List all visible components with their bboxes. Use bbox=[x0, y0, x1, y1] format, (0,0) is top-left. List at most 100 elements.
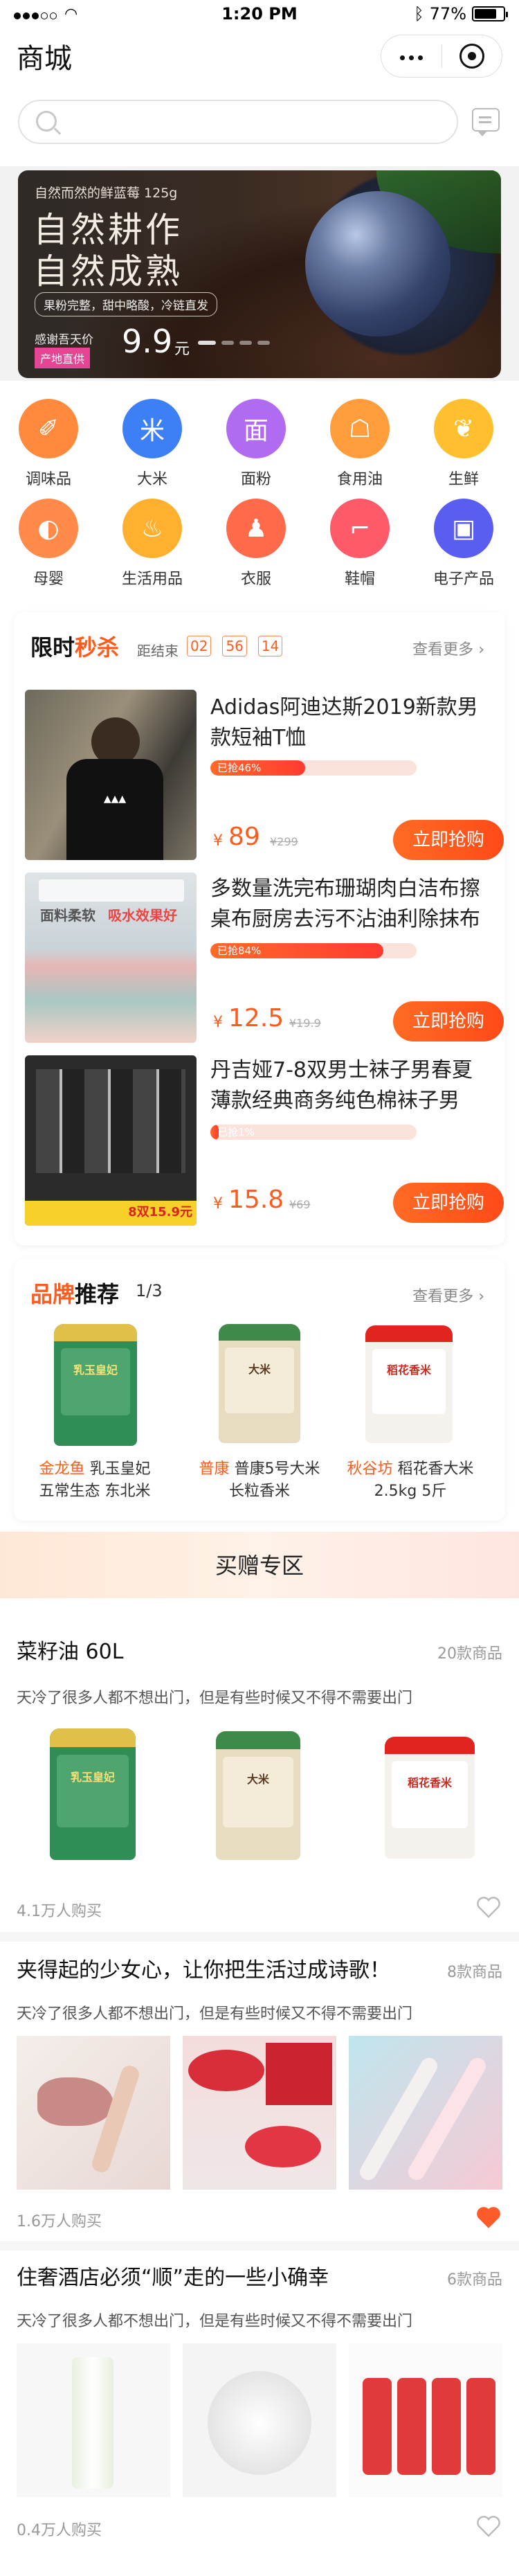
flash-sale-title: 限时秒杀 bbox=[30, 630, 119, 662]
buy-now-button[interactable]: 立即抢购 bbox=[393, 820, 504, 860]
price: 15.8 bbox=[228, 1186, 284, 1214]
product-name[interactable]: 丹吉娅7-8双男士袜子男春夏薄款经典商务纯色棉袜子男 bbox=[210, 1055, 490, 1116]
category-label: 鞋帽 bbox=[344, 571, 375, 588]
message-icon[interactable] bbox=[472, 108, 500, 136]
banner-badge: 产地直供 bbox=[35, 348, 91, 368]
product-image-tshirt[interactable]: ▲▲▲ bbox=[25, 690, 197, 860]
category-9[interactable]: ▣ 电子产品 bbox=[415, 499, 512, 589]
banner[interactable]: 自然而然的鲜蓝莓 125g 自然耕作 自然成熟 果粉完整，甜中略酸，冷链直发 感… bbox=[18, 170, 501, 378]
price-currency: ¥ bbox=[213, 1195, 223, 1213]
see-more-label: 查看更多 bbox=[412, 1288, 474, 1305]
collection-title[interactable]: 菜籽油 60L bbox=[17, 1634, 123, 1665]
product-photo-lipstick[interactable] bbox=[183, 2036, 336, 2190]
brand-product: 稻花香大米 bbox=[397, 1460, 474, 1478]
close-icon bbox=[459, 44, 484, 69]
brand-item[interactable]: 秋谷坊 稻花香大米 2.5kg 5斤 bbox=[338, 1458, 483, 1503]
heart-icon[interactable] bbox=[476, 1896, 501, 1918]
buyer-count: 0.4万人购买 bbox=[17, 2522, 102, 2539]
banner-price-unit: 元 bbox=[174, 341, 190, 358]
collection-title[interactable]: 住奢酒店必须“顺”走的一些小确幸 bbox=[17, 2260, 329, 2291]
banner-title-2: 自然成熟 bbox=[33, 251, 183, 292]
rice-bag-image[interactable]: 大米 bbox=[219, 1324, 300, 1443]
product-photo-brush[interactable] bbox=[349, 2036, 502, 2190]
category-label: 生鲜 bbox=[448, 471, 479, 488]
category-2[interactable]: 面面粉 bbox=[208, 399, 304, 489]
product-name[interactable]: Adidas阿迪达斯2019新款男款短袖T恤 bbox=[210, 692, 490, 753]
product-photo-cushion[interactable] bbox=[183, 2343, 336, 2497]
heart-icon[interactable] bbox=[476, 2515, 501, 2537]
rice-icon: 米 bbox=[122, 399, 182, 458]
banner-tag: 果粉完整，甜中略酸，冷链直发 bbox=[35, 292, 217, 316]
buy-now-button[interactable]: 立即抢购 bbox=[393, 1183, 504, 1223]
rice-bag-image[interactable]: 乳玉皇妃 bbox=[54, 1324, 137, 1446]
banner-price-prefix: 感谢吾天价 bbox=[35, 333, 93, 347]
countdown: 02 56 14 bbox=[187, 636, 283, 656]
bag-text: 大米 bbox=[246, 1772, 269, 1786]
product-image-cloth[interactable]: 面料柔软 吸水效果好 bbox=[25, 873, 197, 1043]
bag-text: 乳玉皇妃 bbox=[70, 1771, 115, 1784]
category-4[interactable]: ❦ 生鲜 bbox=[415, 399, 512, 489]
brand-product: 乳玉皇妃 bbox=[89, 1460, 151, 1478]
category-label: 食用油 bbox=[336, 471, 383, 488]
brand-item[interactable]: 金龙鱼 乳玉皇妃 五常生态 东北米 bbox=[22, 1458, 167, 1503]
category-7[interactable]: ♟ 衣服 bbox=[208, 499, 304, 589]
product-image-socks[interactable]: 8双15.9元 bbox=[25, 1055, 197, 1226]
collection-count: 8款商品 bbox=[447, 1964, 502, 1981]
brand-item[interactable]: 普康 普康5号大米 长粒香米 bbox=[187, 1458, 332, 1503]
collection-count: 6款商品 bbox=[447, 2271, 502, 2289]
collection-desc: 天冷了很多人都不想出门，但是有些时候又不得不需要出门 bbox=[17, 2313, 413, 2330]
toiletry-bottle bbox=[363, 2378, 392, 2475]
collection-count: 20款商品 bbox=[437, 1645, 502, 1663]
product-name[interactable]: 多数量洗完布珊瑚肉白洁布擦桌布厨房去污不沾油利除抹布 bbox=[210, 874, 490, 935]
rice-bag-image[interactable]: 稻花香米 bbox=[365, 1325, 453, 1443]
category-5[interactable]: ◐ 母婴 bbox=[0, 499, 97, 589]
category-1[interactable]: 米大米 bbox=[104, 399, 201, 489]
category-0[interactable]: ✐ 调味品 bbox=[0, 399, 97, 489]
brand-see-more[interactable]: 查看更多 › bbox=[412, 1284, 484, 1306]
flash-sale-see-more[interactable]: 查看更多 › bbox=[412, 637, 484, 659]
lipstick-box bbox=[266, 2043, 332, 2105]
bag-label bbox=[60, 1348, 131, 1415]
bag-text: 稻花香米 bbox=[407, 1776, 452, 1789]
image-promo-label: 8双15.9元 bbox=[128, 1205, 192, 1219]
category-label: 衣服 bbox=[240, 571, 271, 588]
rice-bag-image[interactable]: 大米 bbox=[216, 1731, 300, 1860]
product-photo-makeup[interactable] bbox=[17, 2036, 170, 2190]
category-3[interactable]: ☖ 食用油 bbox=[311, 399, 408, 489]
section-divider bbox=[0, 1932, 519, 1942]
search-input[interactable] bbox=[18, 100, 458, 144]
bag-top bbox=[365, 1325, 453, 1342]
countdown-hours: 02 bbox=[187, 636, 212, 656]
buy-now-button[interactable]: 立即抢购 bbox=[393, 1001, 504, 1041]
brand-title: 品牌推荐 bbox=[30, 1277, 119, 1309]
collection-title[interactable]: 夹得起的少女心，让你把生活过成诗歌！ bbox=[17, 1953, 390, 1983]
rice-bag-image[interactable]: 乳玉皇妃 bbox=[50, 1728, 136, 1860]
price: 89 bbox=[228, 823, 260, 851]
countdown-minutes: 56 bbox=[222, 636, 247, 656]
brand-product: 普康5号大米 bbox=[234, 1460, 320, 1478]
flour-icon: 面 bbox=[226, 399, 286, 458]
price-currency: ¥ bbox=[213, 1014, 223, 1031]
flash-sale-title-b: 秒杀 bbox=[75, 634, 120, 661]
original-price: ¥69 bbox=[289, 1198, 311, 1211]
mini-program-capsule bbox=[381, 35, 502, 78]
adidas-logo-icon: ▲▲▲ bbox=[103, 794, 127, 805]
category-6[interactable]: ♨ 生活用品 bbox=[104, 499, 201, 589]
heart-icon-liked[interactable] bbox=[476, 2206, 501, 2228]
product-photo-toiletries[interactable] bbox=[349, 2343, 502, 2497]
more-button[interactable] bbox=[381, 35, 441, 77]
sold-progress: 已抢1% bbox=[210, 1125, 417, 1140]
category-label: 母婴 bbox=[33, 571, 64, 588]
seasoning-icon: ✐ bbox=[19, 399, 78, 458]
search-icon bbox=[36, 111, 57, 132]
category-8[interactable]: ⌐ 鞋帽 bbox=[311, 499, 408, 589]
section-divider bbox=[0, 2241, 519, 2251]
page-title: 商城 bbox=[17, 43, 72, 75]
brand-page-indicator: 1/3 bbox=[136, 1281, 163, 1300]
bag-top bbox=[385, 1737, 475, 1754]
bag-top bbox=[54, 1324, 137, 1341]
close-button[interactable] bbox=[442, 35, 502, 77]
product-photo-bottle[interactable] bbox=[17, 2343, 170, 2497]
rice-bag-image[interactable]: 稻花香米 bbox=[385, 1737, 475, 1859]
sold-progress-label: 已抢46% bbox=[217, 762, 262, 774]
